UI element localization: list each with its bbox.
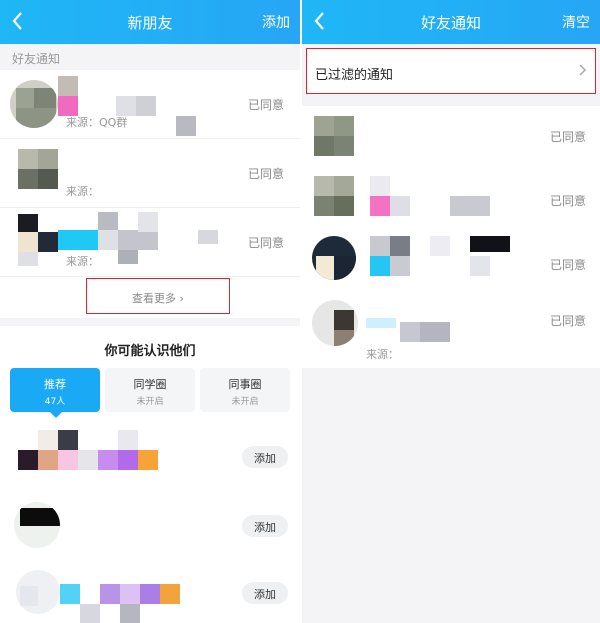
avatar xyxy=(312,236,356,280)
see-more-label: 查看更多 xyxy=(132,292,177,305)
status-badge: 已同意 xyxy=(549,258,586,272)
add-friend-button[interactable]: 添加 xyxy=(262,12,290,32)
status-badge: 已同意 xyxy=(247,98,284,112)
blurred-name xyxy=(58,430,178,470)
source-text: 来源：QQ群 xyxy=(66,116,128,129)
tab-status: 未开启 xyxy=(136,397,164,407)
status-badge: 已同意 xyxy=(549,314,586,328)
chevron-right-icon xyxy=(579,64,587,76)
section-label-friend-notifications: 好友通知 xyxy=(12,52,61,66)
top-nav-bar: 新朋友 添加 xyxy=(0,0,300,44)
status-badge: 已同意 xyxy=(247,236,284,250)
source-text: 来源： xyxy=(366,348,399,361)
status-badge: 已同意 xyxy=(549,194,586,208)
section-title: 你可能认识他们 xyxy=(104,344,196,359)
see-more-button[interactable]: 查看更多 › xyxy=(86,278,230,314)
people-you-may-know-section: 你可能认识他们 推荐 47人 同学圈 未开启 同事圈 未开启 添加 添加 添加 xyxy=(0,326,300,623)
tab-recommended[interactable]: 推荐 47人 xyxy=(10,368,100,418)
list-item[interactable]: 来源： 已同意 xyxy=(0,139,300,208)
blurred-name xyxy=(370,176,500,216)
status-badge: 已同意 xyxy=(247,167,284,181)
blurred-name xyxy=(58,76,238,136)
page-title: 好友通知 xyxy=(420,14,481,32)
add-button[interactable]: 添加 xyxy=(242,515,288,537)
list-item[interactable]: 添加 xyxy=(0,426,300,488)
friend-notifications-screen: 好友通知 清空 已过滤的通知 已同意 已同意 已同意 来源： 已同意 xyxy=(302,0,600,623)
list-item[interactable]: 来源： 已同意 xyxy=(0,208,300,277)
tab-label: 同学圈 xyxy=(133,378,167,391)
filtered-notifications-row[interactable]: 已过滤的通知 xyxy=(306,48,596,94)
avatar xyxy=(10,80,58,128)
tab-classmates[interactable]: 同学圈 未开启 xyxy=(105,368,195,412)
friend-notification-list: 来源：QQ群 已同意 来源： 已同意 来源： 已同意 xyxy=(0,70,300,277)
list-item[interactable]: 添加 xyxy=(0,564,300,623)
page-title: 新朋友 xyxy=(127,14,173,32)
avatar xyxy=(18,149,58,189)
list-item[interactable]: 已同意 xyxy=(302,170,600,234)
list-item[interactable]: 已同意 xyxy=(302,106,600,170)
chevron-right-icon: › xyxy=(179,292,184,305)
top-nav-bar: 好友通知 清空 xyxy=(302,0,600,44)
avatar xyxy=(16,570,60,614)
avatar xyxy=(14,502,60,548)
add-button[interactable]: 添加 xyxy=(242,446,288,468)
avatar xyxy=(18,430,58,470)
add-button[interactable]: 添加 xyxy=(242,582,288,604)
new-friends-screen: 新朋友 添加 好友通知 来源：QQ群 已同意 来源： 已同意 来源： 已同意 查… xyxy=(0,0,300,623)
list-item[interactable]: 添加 xyxy=(0,496,300,558)
blurred-name xyxy=(366,318,456,346)
avatar xyxy=(312,300,358,346)
list-item[interactable]: 来源： 已同意 xyxy=(302,298,600,368)
avatar xyxy=(314,116,354,156)
tab-label: 同事圈 xyxy=(228,378,262,391)
filtered-notifications-label: 已过滤的通知 xyxy=(315,68,394,83)
list-item[interactable]: 来源：QQ群 已同意 xyxy=(0,70,300,139)
source-text: 来源： xyxy=(66,185,99,198)
friend-notification-list: 已同意 已同意 已同意 来源： 已同意 xyxy=(302,106,600,368)
source-text: 来源： xyxy=(66,255,99,268)
clear-button[interactable]: 清空 xyxy=(562,12,590,32)
tab-label: 推荐 xyxy=(44,378,66,391)
avatar xyxy=(18,214,58,266)
status-badge: 已同意 xyxy=(549,130,586,144)
tab-status: 未开启 xyxy=(231,397,259,407)
blurred-name xyxy=(370,236,510,276)
tab-count: 47人 xyxy=(44,397,66,407)
avatar xyxy=(314,176,354,216)
list-item[interactable]: 已同意 xyxy=(302,234,600,298)
blurred-name xyxy=(60,584,200,623)
tab-colleagues[interactable]: 同事圈 未开启 xyxy=(200,368,290,412)
